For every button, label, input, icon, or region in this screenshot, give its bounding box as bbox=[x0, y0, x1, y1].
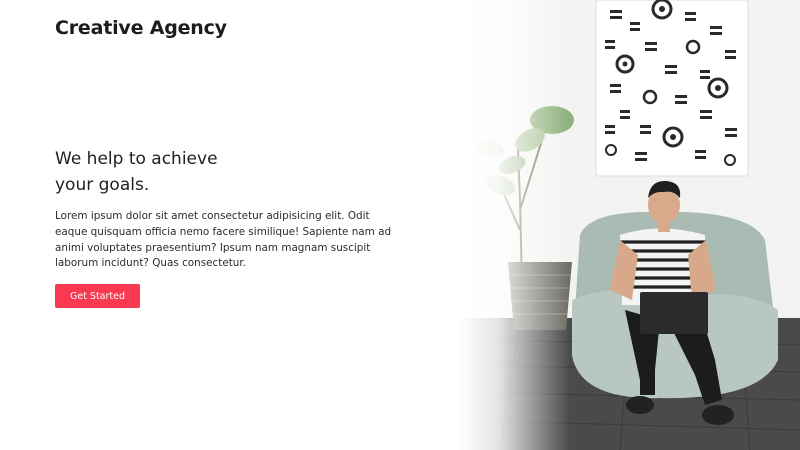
hero-headline-line1: We help to achieve bbox=[55, 149, 218, 169]
hero-image bbox=[460, 0, 800, 450]
hero-headline-line2: your goals. bbox=[55, 175, 150, 195]
wall-art bbox=[595, 0, 749, 177]
hero-body-text: Lorem ipsum dolor sit amet consectetur a… bbox=[55, 210, 392, 270]
get-started-button[interactable]: Get Started bbox=[55, 284, 140, 308]
brand-logo-text[interactable]: Creative Agency bbox=[55, 17, 227, 39]
hero-headline: We help to achieve your goals. bbox=[55, 146, 400, 198]
hero-text-block: We help to achieve your goals. Lorem ips… bbox=[55, 146, 400, 272]
